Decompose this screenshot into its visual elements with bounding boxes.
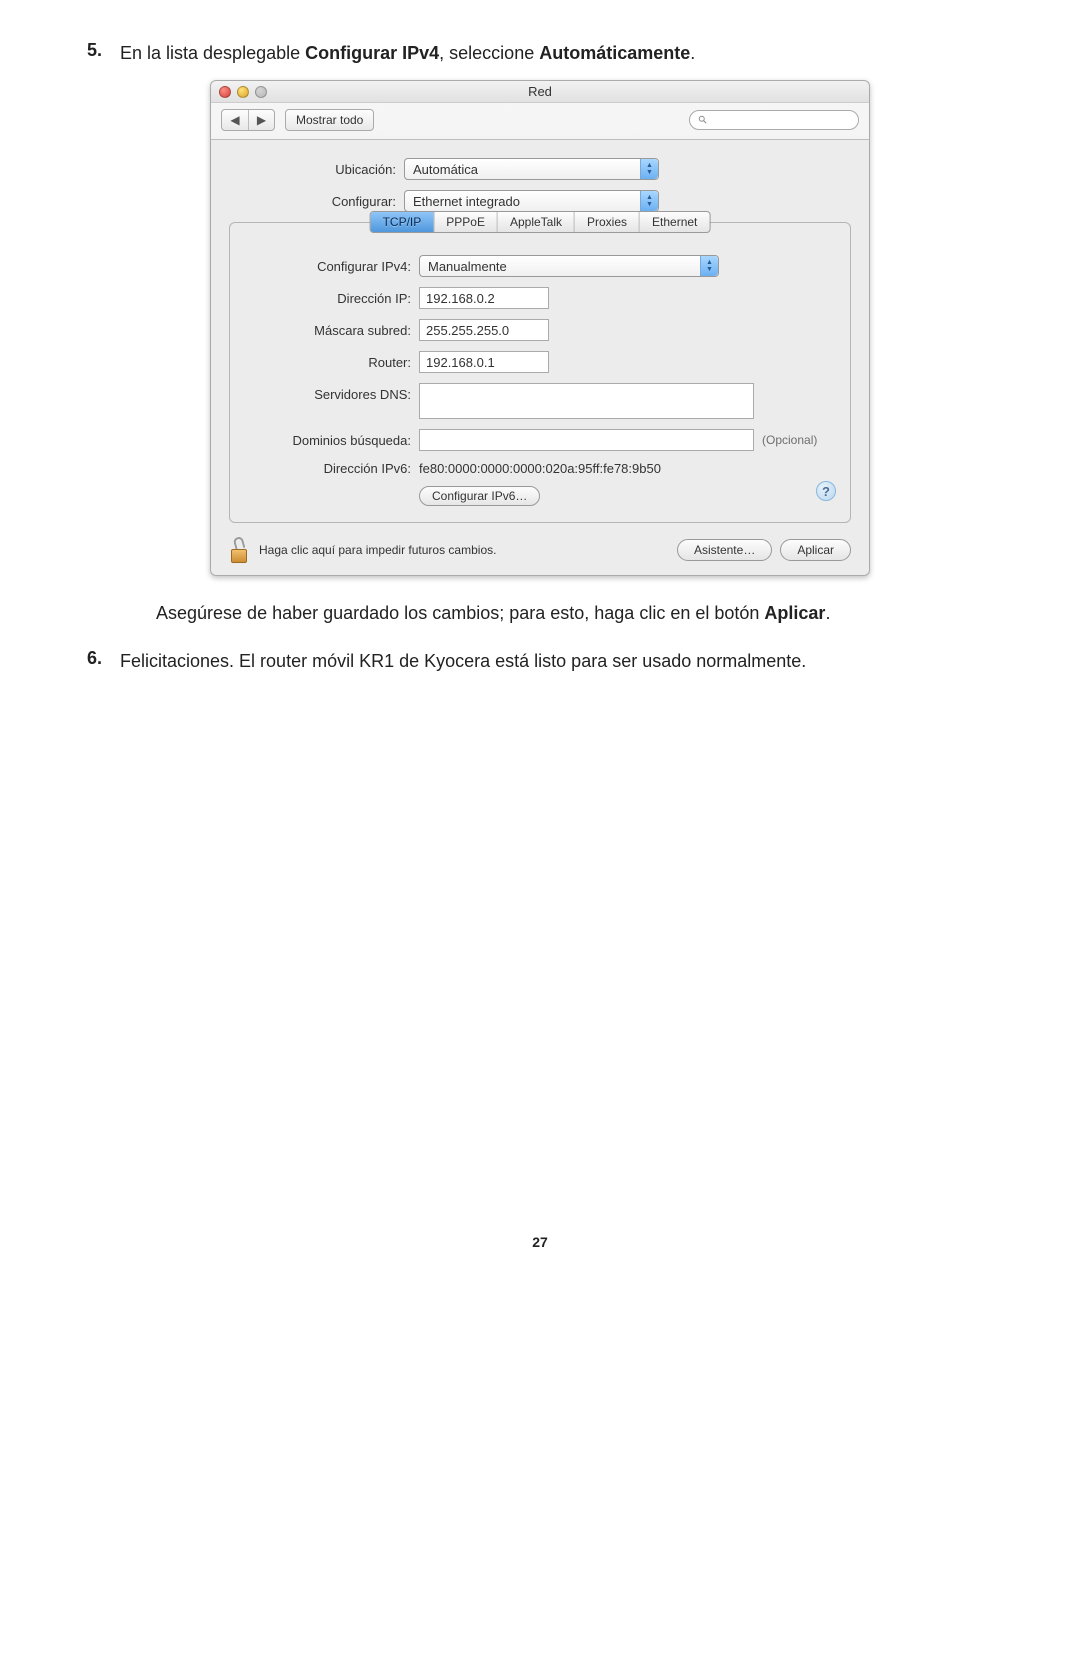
step-text: Felicitaciones. El router móvil KR1 de K… — [120, 648, 1000, 674]
tab-ethernet[interactable]: Ethernet — [639, 212, 709, 232]
optional-hint: (Opcional) — [762, 433, 817, 447]
window-titlebar: Red — [211, 81, 869, 103]
location-label: Ubicación: — [229, 162, 404, 177]
text-bold: Automáticamente — [539, 43, 690, 63]
router-field[interactable]: 192.168.0.1 — [419, 351, 549, 373]
popup-arrows-icon: ▲▼ — [640, 159, 658, 179]
subnet-mask-field[interactable]: 255.255.255.0 — [419, 319, 549, 341]
configure-ipv4-popup[interactable]: Manualmente ▲▼ — [419, 255, 719, 277]
window-toolbar: ◀ ▶ Mostrar todo — [211, 103, 869, 140]
search-domains-label: Dominios búsqueda: — [244, 433, 419, 448]
subnet-mask-label: Máscara subred: — [244, 323, 419, 338]
configure-ipv4-label: Configurar IPv4: — [244, 259, 419, 274]
text: Asegúrese de haber guardado los cambios;… — [156, 603, 764, 623]
popup-arrows-icon: ▲▼ — [700, 256, 718, 276]
search-domains-field[interactable] — [419, 429, 754, 451]
ipv6-address-value: fe80:0000:0000:0000:020a:95ff:fe78:9b50 — [419, 461, 661, 476]
configure-ipv6-button[interactable]: Configurar IPv6… — [419, 486, 540, 506]
tab-panel: TCP/IP PPPoE AppleTalk Proxies Ethernet … — [229, 222, 851, 523]
page-number: 27 — [80, 1234, 1000, 1250]
ip-address-field[interactable]: 192.168.0.2 — [419, 287, 549, 309]
text-bold: Configurar IPv4 — [305, 43, 439, 63]
popup-arrows-icon: ▲▼ — [640, 191, 658, 211]
ip-address-label: Dirección IP: — [244, 291, 419, 306]
popup-value: Manualmente — [428, 259, 507, 274]
configure-label: Configurar: — [229, 194, 404, 209]
nav-segment: ◀ ▶ — [221, 109, 275, 131]
step-number: 6. — [80, 648, 102, 674]
assistant-button[interactable]: Asistente… — [677, 539, 772, 561]
tab-bar: TCP/IP PPPoE AppleTalk Proxies Ethernet — [370, 211, 711, 233]
show-all-button[interactable]: Mostrar todo — [285, 109, 374, 131]
window-title: Red — [211, 84, 869, 99]
text-bold: Aplicar — [764, 603, 825, 623]
search-field[interactable] — [689, 110, 859, 130]
dns-servers-label: Servidores DNS: — [244, 383, 419, 402]
step-number: 5. — [80, 40, 102, 66]
text: . — [690, 43, 695, 63]
popup-value: Ethernet integrado — [413, 194, 520, 209]
tab-appletalk[interactable]: AppleTalk — [497, 212, 574, 232]
forward-button[interactable]: ▶ — [248, 110, 274, 130]
router-label: Router: — [244, 355, 419, 370]
lock-icon[interactable] — [229, 537, 251, 563]
tab-proxies[interactable]: Proxies — [574, 212, 639, 232]
apply-button[interactable]: Aplicar — [780, 539, 851, 561]
tab-pppoe[interactable]: PPPoE — [433, 212, 497, 232]
configure-popup[interactable]: Ethernet integrado ▲▼ — [404, 190, 659, 212]
back-button[interactable]: ◀ — [222, 110, 248, 130]
dns-servers-field[interactable] — [419, 383, 754, 419]
text: En la lista desplegable — [120, 43, 305, 63]
step-text: En la lista desplegable Configurar IPv4,… — [120, 40, 1000, 66]
instruction-step-6: 6. Felicitaciones. El router móvil KR1 d… — [80, 648, 1000, 674]
search-icon — [698, 115, 708, 125]
help-button[interactable]: ? — [816, 481, 836, 501]
location-popup[interactable]: Automática ▲▼ — [404, 158, 659, 180]
tab-tcpip[interactable]: TCP/IP — [371, 212, 434, 232]
text: , seleccione — [439, 43, 539, 63]
window-footer: Haga clic aquí para impedir futuros camb… — [229, 537, 851, 563]
instruction-note: Asegúrese de haber guardado los cambios;… — [156, 600, 1000, 626]
instruction-step-5: 5. En la lista desplegable Configurar IP… — [80, 40, 1000, 66]
preferences-body: Ubicación: Automática ▲▼ Configurar: Eth… — [211, 140, 869, 575]
ipv6-address-label: Dirección IPv6: — [244, 461, 419, 476]
popup-value: Automática — [413, 162, 478, 177]
network-preferences-window: Red ◀ ▶ Mostrar todo Ubicación: Automáti… — [210, 80, 870, 576]
lock-text: Haga clic aquí para impedir futuros camb… — [259, 543, 496, 557]
text: . — [825, 603, 830, 623]
